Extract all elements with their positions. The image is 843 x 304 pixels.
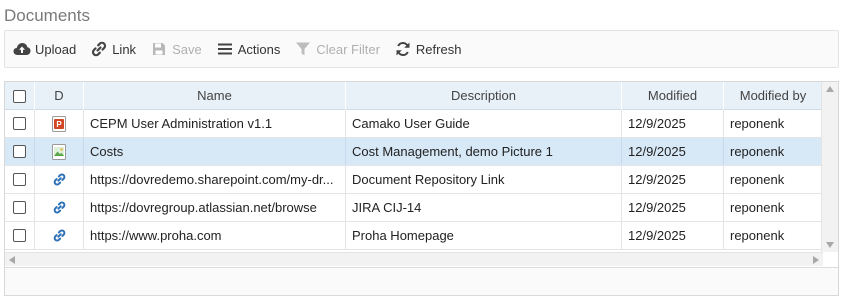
modified-cell: 12/9/2025 [622, 110, 724, 137]
header-select-all [5, 82, 35, 110]
row-checkbox[interactable] [13, 201, 26, 214]
column-header-name[interactable]: Name [84, 82, 346, 110]
file-type-cell [35, 222, 84, 249]
table-row[interactable]: https://dovredemo.sharepoint.com/my-dr..… [5, 166, 823, 194]
link-icon [53, 201, 66, 214]
description-cell: JIRA CIJ-14 [346, 194, 622, 221]
actions-button[interactable]: Actions [216, 31, 281, 67]
description-cell: Camako User Guide [346, 110, 622, 137]
save-label: Save [172, 41, 202, 57]
svg-text:P: P [56, 120, 62, 129]
actions-label: Actions [237, 41, 281, 57]
table-row[interactable]: https://www.proha.com Proha Homepage 12/… [5, 222, 823, 250]
refresh-label: Refresh [415, 41, 462, 57]
scroll-right-icon[interactable] [813, 256, 819, 264]
table-row[interactable]: P CEPM User Administration v1.1 Camako U… [5, 110, 823, 138]
modified-cell: 12/9/2025 [622, 166, 724, 193]
modified-by-cell: reponenk [724, 138, 823, 165]
column-header-d[interactable]: D [35, 82, 84, 110]
image-file-icon [52, 143, 66, 160]
row-select-cell [5, 222, 35, 249]
filter-icon [294, 40, 312, 58]
row-select-cell [5, 110, 35, 137]
modified-cell: 12/9/2025 [622, 138, 724, 165]
grid-footer [5, 267, 838, 295]
file-type-cell [35, 138, 84, 165]
column-header-description[interactable]: Description [346, 82, 622, 110]
scroll-up-icon[interactable] [826, 86, 834, 92]
description-cell: Cost Management, demo Picture 1 [346, 138, 622, 165]
column-header-modified[interactable]: Modified [622, 82, 724, 110]
description-cell: Document Repository Link [346, 166, 622, 193]
menu-icon [216, 40, 234, 58]
modified-by-cell: reponenk [724, 110, 823, 137]
row-checkbox[interactable] [13, 117, 26, 130]
row-checkbox[interactable] [13, 173, 26, 186]
refresh-button[interactable]: Refresh [394, 31, 462, 67]
file-type-cell: P [35, 110, 84, 137]
link-button[interactable]: Link [90, 31, 136, 67]
powerpoint-file-icon: P [52, 115, 66, 132]
save-icon [150, 40, 168, 58]
upload-button[interactable]: Upload [13, 31, 76, 67]
link-icon [53, 173, 66, 186]
select-all-checkbox[interactable] [13, 89, 26, 103]
name-cell[interactable]: https://dovredemo.sharepoint.com/my-dr..… [84, 166, 346, 193]
name-cell[interactable]: CEPM User Administration v1.1 [84, 110, 346, 137]
table-row[interactable]: https://dovregroup.atlassian.net/browse … [5, 194, 823, 222]
grid-header: D Name Description Modified Modified by [5, 82, 823, 110]
row-checkbox[interactable] [13, 145, 26, 158]
name-cell[interactable]: https://dovregroup.atlassian.net/browse [84, 194, 346, 221]
modified-cell: 12/9/2025 [622, 194, 724, 221]
upload-label: Upload [35, 41, 77, 57]
modified-by-cell: reponenk [724, 166, 823, 193]
link-icon [90, 40, 108, 58]
name-cell[interactable]: Costs [84, 138, 346, 165]
documents-toolbar: Upload Link Save Actions Clear Filter Re… [4, 30, 839, 68]
modified-by-cell: reponenk [724, 194, 823, 221]
file-type-cell [35, 194, 84, 221]
refresh-icon [394, 40, 412, 58]
scroll-left-icon[interactable] [9, 256, 15, 264]
row-select-cell [5, 138, 35, 165]
file-type-cell [35, 166, 84, 193]
cloud-upload-icon [13, 40, 31, 58]
link-icon [53, 229, 66, 242]
panel-title: Documents [4, 6, 90, 25]
row-checkbox[interactable] [13, 229, 26, 242]
scroll-down-icon[interactable] [826, 242, 834, 248]
description-cell: Proha Homepage [346, 222, 622, 249]
row-select-cell [5, 194, 35, 221]
row-select-cell [5, 166, 35, 193]
vertical-scrollbar[interactable] [821, 82, 838, 252]
modified-cell: 12/9/2025 [622, 222, 724, 249]
grid-body: P CEPM User Administration v1.1 Camako U… [5, 110, 823, 250]
link-label: Link [112, 41, 137, 57]
column-header-modified-by[interactable]: Modified by [724, 82, 823, 110]
clear-filter-button[interactable]: Clear Filter [294, 31, 380, 67]
horizontal-scrollbar[interactable] [5, 252, 823, 266]
clear-filter-label: Clear Filter [316, 41, 380, 57]
save-button[interactable]: Save [150, 31, 202, 67]
table-row[interactable]: Costs Cost Management, demo Picture 1 12… [5, 138, 823, 166]
name-cell[interactable]: https://www.proha.com [84, 222, 346, 249]
documents-grid: D Name Description Modified Modified by … [4, 81, 839, 296]
modified-by-cell: reponenk [724, 222, 823, 249]
